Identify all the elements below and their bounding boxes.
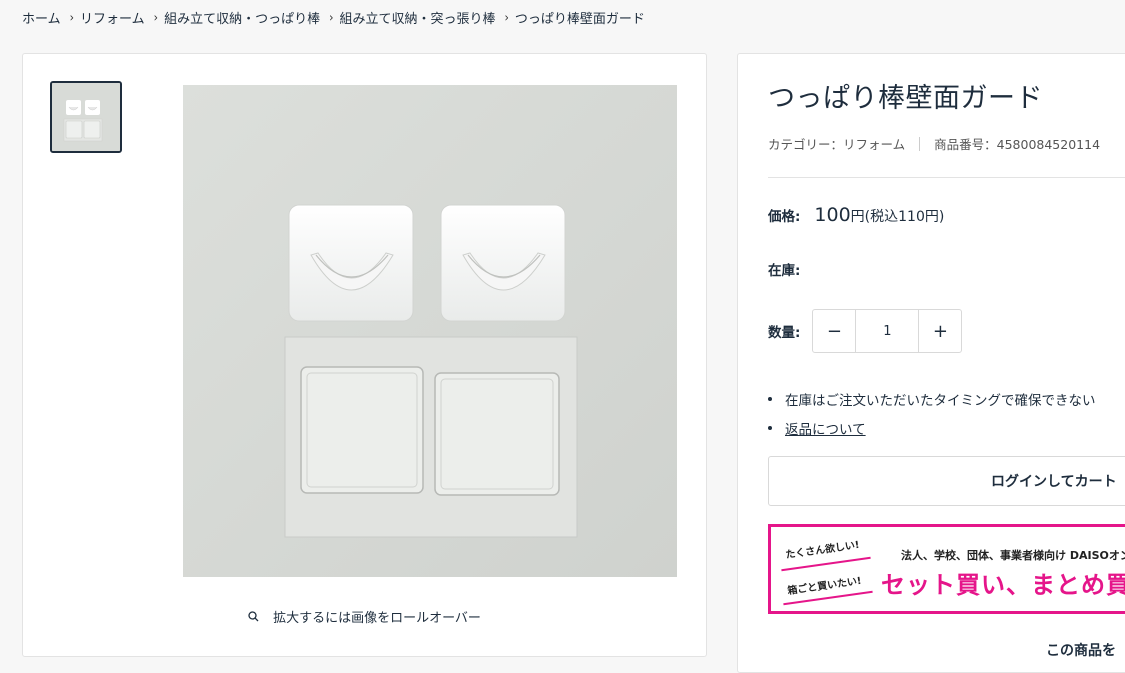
quantity-label: 数量: bbox=[768, 325, 801, 341]
product-title: つっぱり棒壁面ガード bbox=[768, 83, 1043, 114]
quantity-decrease-button[interactable]: − bbox=[813, 310, 855, 352]
breadcrumb-reform[interactable]: リフォーム bbox=[80, 8, 145, 27]
product-thumbnail[interactable] bbox=[50, 81, 122, 153]
breadcrumb: ホーム › リフォーム › 組み立て収納・つっぱり棒 › 組み立て収納・突っ張り… bbox=[22, 8, 645, 27]
bulk-purchase-banner[interactable]: たくさん欲しい! 箱ごと買いたい! 法人、学校、団体、事業者様向け DAISOオ… bbox=[768, 524, 1125, 614]
breadcrumb-storage-tension-rod[interactable]: 組み立て収納・つっぱり棒 bbox=[164, 8, 320, 27]
price-label: 価格: bbox=[768, 209, 801, 225]
breadcrumb-current: つっぱり棒壁面ガード bbox=[514, 12, 645, 27]
meta-divider bbox=[919, 136, 921, 151]
quantity-input[interactable] bbox=[855, 310, 920, 352]
banner-tag-1: たくさん欲しい! bbox=[784, 539, 861, 562]
search-icon bbox=[248, 611, 259, 622]
product-meta: カテゴリー：リフォーム 商品番号：4580084520114 bbox=[768, 134, 1100, 153]
list-item: 返品について bbox=[768, 413, 1096, 442]
product-notes: 在庫はご注文いただいたタイミングで確保できない 返品について bbox=[768, 384, 1096, 442]
product-thumbnail-image bbox=[52, 83, 120, 151]
bullet-icon bbox=[768, 425, 772, 430]
zoom-hint-text: 拡大するには画像をロールオーバー bbox=[273, 611, 481, 626]
product-photo bbox=[183, 85, 677, 577]
quantity-increase-button[interactable]: + bbox=[919, 310, 961, 352]
section-divider bbox=[768, 177, 1125, 178]
zoom-hint: 拡大するには画像をロールオーバー bbox=[23, 607, 706, 626]
product-main-image[interactable] bbox=[183, 85, 677, 577]
chevron-right-icon: › bbox=[329, 10, 334, 25]
stock-row: 在庫: bbox=[768, 259, 800, 279]
price-suffix: 円(税込110円) bbox=[850, 209, 945, 225]
stock-note-text: 在庫はご注文いただいたタイミングで確保できない bbox=[785, 392, 1096, 409]
quantity-stepper: − + bbox=[812, 309, 963, 353]
chevron-right-icon: › bbox=[69, 10, 75, 25]
login-add-to-cart-button[interactable]: ログインしてカート bbox=[768, 456, 1125, 506]
product-category-link[interactable]: カテゴリー：リフォーム bbox=[768, 134, 905, 153]
product-gallery: 拡大するには画像をロールオーバー bbox=[22, 53, 707, 657]
list-item: 在庫はご注文いただいたタイミングで確保できない bbox=[768, 384, 1096, 413]
breadcrumb-home[interactable]: ホーム bbox=[22, 8, 61, 27]
product-sku: 商品番号：4580084520114 bbox=[934, 137, 1101, 152]
quantity-row: 数量: − + bbox=[768, 309, 963, 353]
bullet-icon bbox=[768, 396, 772, 401]
price-amount: 100 bbox=[814, 204, 851, 226]
banner-headline: セット買い、まとめ買いは bbox=[881, 571, 1125, 599]
returns-link[interactable]: 返品について bbox=[785, 418, 866, 438]
product-info-panel: つっぱり棒壁面ガード カテゴリー：リフォーム 商品番号：458008452011… bbox=[737, 53, 1125, 673]
chevron-right-icon: › bbox=[153, 10, 159, 25]
chevron-right-icon: › bbox=[504, 10, 509, 25]
price-row: 価格: 100 円(税込110円) bbox=[768, 204, 944, 226]
stock-label: 在庫: bbox=[768, 263, 801, 279]
banner-subtitle: 法人、学校、団体、事業者様向け DAISOオンラ bbox=[901, 549, 1125, 562]
related-section-heading: この商品を bbox=[1046, 643, 1116, 659]
breadcrumb-storage-tension-rod-2[interactable]: 組み立て収納・突っ張り棒 bbox=[339, 8, 495, 27]
